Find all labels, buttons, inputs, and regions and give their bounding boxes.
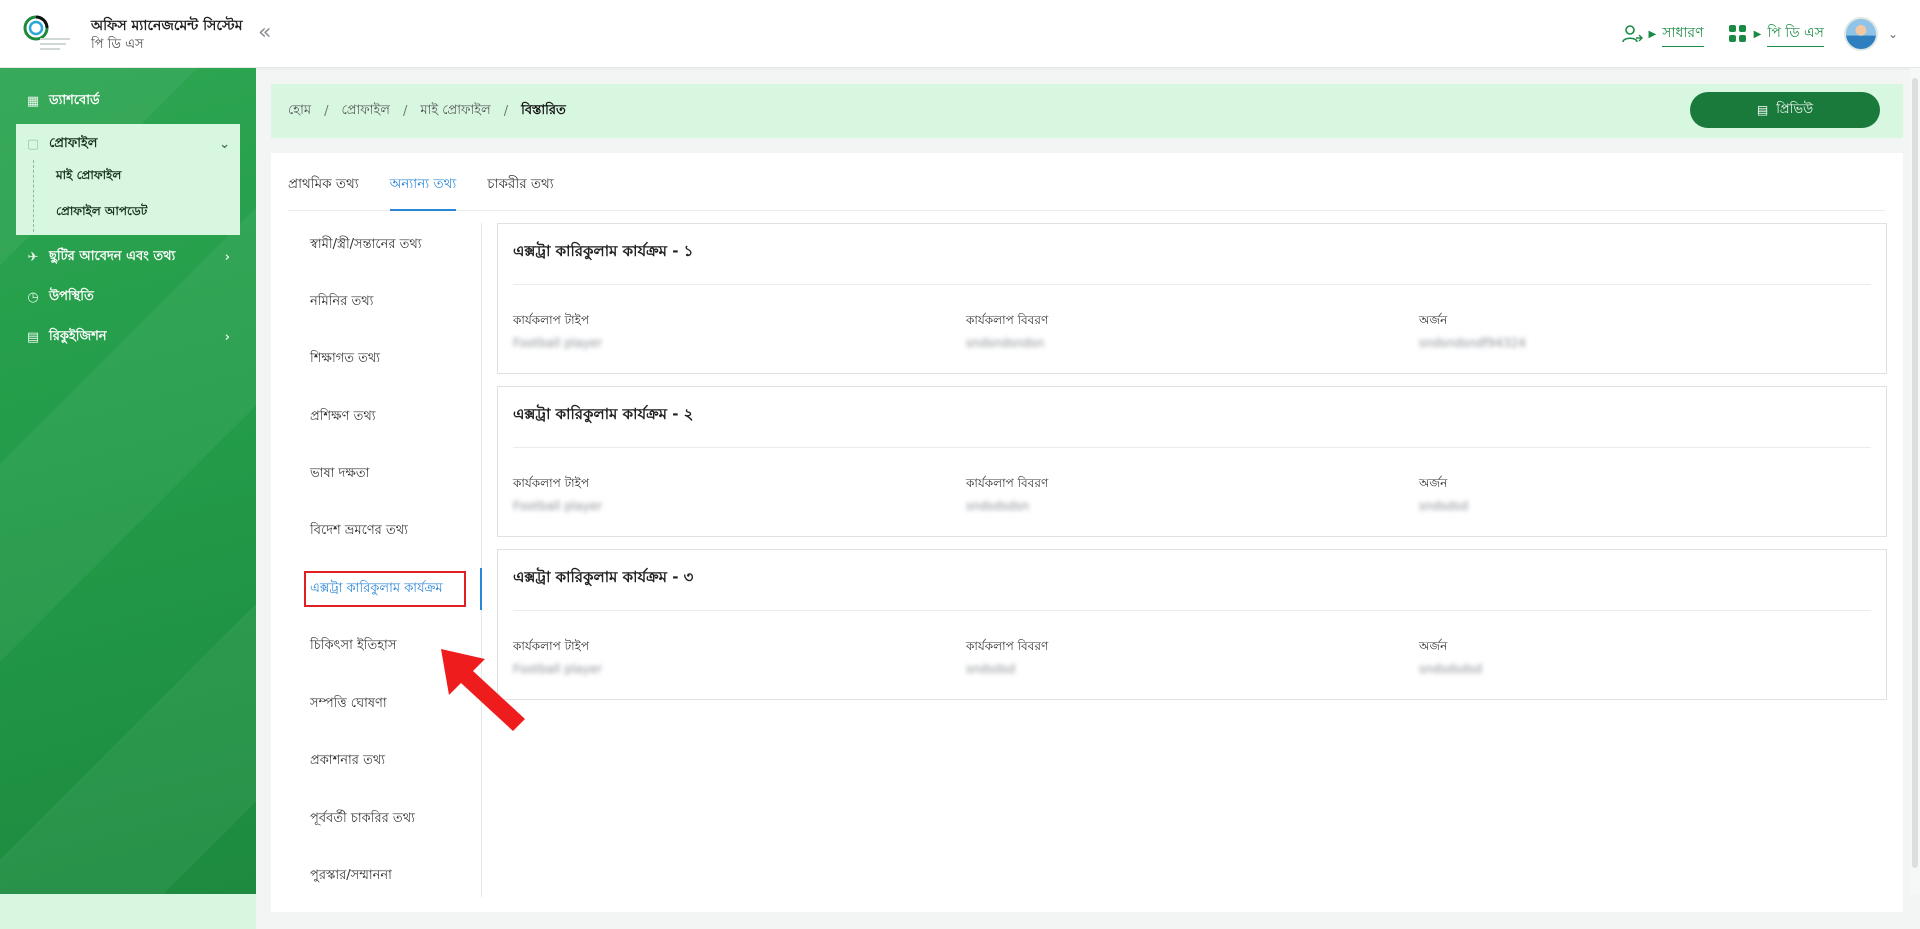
chevron-right-icon: › — [224, 249, 230, 265]
role-switcher[interactable]: ▶ সাধারণ — [1621, 21, 1704, 47]
field-label-type: কার্যকলাপ টাইপ — [513, 476, 589, 490]
sidebar-item-requisition[interactable]: ▤ রিকুইজিশন › — [0, 317, 256, 357]
sidebar-item-dashboard[interactable]: ▦ ড্যাশবোর্ড — [0, 81, 256, 121]
app-subtitle: পি ডি এস — [91, 37, 144, 52]
section-nav-publication[interactable]: প্রকাশনার তথ্য — [310, 751, 385, 772]
tab-job-info[interactable]: চাকরীর তথ্য — [487, 153, 553, 211]
preview-button-label: প্রিভিউ — [1776, 100, 1814, 116]
section-nav-foreign-travel[interactable]: বিদেশ ভ্রমণের তথ্য — [310, 521, 408, 542]
field-label-achievement: অর্জন — [1419, 476, 1448, 490]
section-nav-previous-job[interactable]: পূর্ববর্তী চাকরির তথ্য — [310, 809, 415, 830]
activity-card: এক্সট্রা কারিকুলাম কার্যক্রম - ৩ কার্যকল… — [497, 549, 1887, 700]
activity-title: এক্সট্রা কারিকুলাম কার্যক্রম - ৩ — [513, 568, 694, 586]
breadcrumb-home[interactable]: হোম — [288, 101, 311, 122]
section-nav: স্বামী/স্ত্রী/সন্তানের তথ্য নমিনির তথ্য … — [271, 223, 482, 897]
profile-icon: ▢ — [26, 136, 40, 152]
document-icon: ▤ — [1756, 103, 1769, 117]
field-label-description: কার্যকলাপ বিবরণ — [966, 476, 1049, 490]
dashboard-icon: ▦ — [26, 93, 40, 109]
user-avatar[interactable] — [1843, 17, 1878, 51]
module-switcher[interactable]: ▶ পি ডি এস — [1728, 21, 1824, 47]
divider — [513, 284, 1871, 285]
field-label-achievement: অর্জন — [1419, 639, 1448, 653]
breadcrumb-current: বিস্তারিত — [521, 102, 566, 118]
activity-title: এক্সট্রা কারিকুলাম কার্যক্রম - ২ — [513, 405, 694, 423]
field-value-achievement: sndsdsdsd — [1419, 662, 1483, 676]
sidebar-subitem-profile-update[interactable]: প্রোফাইল আপডেট — [56, 203, 147, 223]
field-label-type: কার্যকলাপ টাইপ — [513, 313, 589, 327]
field-label-description: কার্যকলাপ বিবরণ — [966, 313, 1049, 327]
requisition-icon: ▤ — [26, 329, 40, 345]
field-value-achievement: sndsdsd — [1419, 499, 1469, 513]
field-value-description: sndsdsdsn — [966, 499, 1030, 513]
section-nav-medical[interactable]: চিকিৎসা ইতিহাস — [310, 636, 396, 657]
leave-icon: ✈ — [27, 249, 39, 265]
sidebar-item-label: প্রোফাইল — [49, 135, 98, 151]
caret-right-icon: ▶ — [1648, 28, 1657, 40]
activity-card: এক্সট্রা কারিকুলাম কার্যক্রম - ২ কার্যকল… — [497, 386, 1887, 537]
sidebar-item-leave[interactable]: ✈ ছুটির আবেদন এবং তথ্য › — [0, 237, 256, 277]
field-value-description: sndsdsd — [966, 662, 1016, 676]
sidebar-item-profile[interactable]: ▢ প্রোফাইল ⌄ — [16, 124, 240, 164]
divider — [513, 447, 1871, 448]
divider — [513, 610, 1871, 611]
sidebar-item-label: রিকুইজিশন — [49, 328, 107, 344]
section-nav-language[interactable]: ভাষা দক্ষতা — [310, 464, 369, 485]
field-value-type: Football player — [513, 336, 603, 350]
scrollbar-thumb[interactable] — [1912, 78, 1918, 868]
sidebar-item-attendance[interactable]: ◷ উপস্থিতি — [0, 277, 256, 317]
main-content: হোম / প্রোফাইল / মাই প্রোফাইল / বিস্তারি… — [256, 68, 1920, 929]
section-nav-nominee[interactable]: নমিনির তথ্য — [310, 292, 373, 313]
sidebar: ▦ ড্যাশবোর্ড ▢ প্রোফাইল ⌄ মাই প্রোফাইল প… — [0, 68, 256, 894]
sidebar-subitem-my-profile[interactable]: মাই প্রোফাইল — [56, 167, 121, 187]
field-value-type: Football player — [513, 499, 603, 513]
section-nav-assets[interactable]: সম্পত্তি ঘোষণা — [310, 694, 387, 715]
section-nav-education[interactable]: শিক্ষাগত তথ্য — [310, 349, 380, 370]
sidebar-collapse-icon[interactable]: « — [258, 20, 271, 46]
breadcrumb-separator: / — [324, 103, 329, 119]
header-actions: ▶ সাধারণ ▶ পি ডি এস ⌄ — [1621, 16, 1898, 52]
submenu-guide-line — [33, 160, 34, 232]
chevron-right-icon: › — [224, 329, 230, 345]
annotation-arrow-icon — [441, 649, 525, 731]
breadcrumb-separator: / — [503, 103, 509, 119]
section-nav-awards[interactable]: পুরস্কার/সম্মাননা — [310, 866, 392, 887]
breadcrumb-separator: / — [402, 103, 408, 119]
chevron-down-icon: ⌄ — [219, 136, 230, 152]
tab-basic-info[interactable]: প্রাথমিক তথ্য — [288, 153, 359, 211]
tab-other-info[interactable]: অন্যান্য তথ্য — [389, 153, 457, 211]
profile-detail-card: প্রাথমিক তথ্য অন্যান্য তথ্য চাকরীর তথ্য … — [271, 153, 1903, 912]
module-link[interactable]: পি ডি এস — [1767, 21, 1824, 47]
highlight-box — [304, 571, 466, 607]
section-nav-family[interactable]: স্বামী/স্ত্রী/সন্তানের তথ্য — [310, 235, 422, 256]
breadcrumb-profile[interactable]: প্রোফাইল — [341, 101, 389, 122]
breadcrumb: হোম / প্রোফাইল / মাই প্রোফাইল / বিস্তারি… — [271, 84, 1903, 138]
sidebar-group-profile: ▢ প্রোফাইল ⌄ মাই প্রোফাইল প্রোফাইল আপডেট — [16, 124, 240, 235]
field-value-achievement: sndsndsndf94324 — [1419, 336, 1526, 350]
chevron-down-icon[interactable]: ⌄ — [1888, 27, 1898, 41]
sidebar-footer — [0, 894, 256, 929]
apps-grid-icon — [1728, 25, 1746, 42]
sidebar-item-label: উপস্থিতি — [49, 288, 94, 304]
section-nav-training[interactable]: প্রশিক্ষণ তথ্য — [310, 407, 376, 428]
breadcrumb-my-profile[interactable]: মাই প্রোফাইল — [420, 101, 490, 122]
brand-logo-icon — [23, 15, 70, 50]
sidebar-item-label: ছুটির আবেদন এবং তথ্য — [49, 248, 176, 264]
sidebar-item-label: ড্যাশবোর্ড — [49, 92, 100, 108]
activity-card: এক্সট্রা কারিকুলাম কার্যক্রম - ১ কার্যকল… — [497, 223, 1887, 374]
top-header: অফিস ম্যানেজমেন্ট সিস্টেম পি ডি এস « ▶ স… — [0, 0, 1920, 68]
role-link[interactable]: সাধারণ — [1662, 21, 1704, 47]
tab-bar: প্রাথমিক তথ্য অন্যান্য তথ্য চাকরীর তথ্য — [288, 153, 1885, 211]
field-label-description: কার্যকলাপ বিবরণ — [966, 639, 1049, 653]
preview-button[interactable]: ▤ প্রিভিউ — [1690, 92, 1880, 128]
field-value-description: sndsndsndsn — [966, 336, 1045, 350]
activity-title: এক্সট্রা কারিকুলাম কার্যক্রম - ১ — [513, 242, 694, 260]
caret-right-icon: ▶ — [1753, 28, 1762, 40]
active-indicator — [480, 568, 482, 610]
user-switch-icon — [1621, 25, 1643, 43]
clock-icon: ◷ — [27, 289, 39, 305]
section-nav-extra-curricular[interactable]: এক্সট্রা কারিকুলাম কার্যক্রম — [304, 571, 466, 607]
field-label-achievement: অর্জন — [1419, 313, 1448, 327]
